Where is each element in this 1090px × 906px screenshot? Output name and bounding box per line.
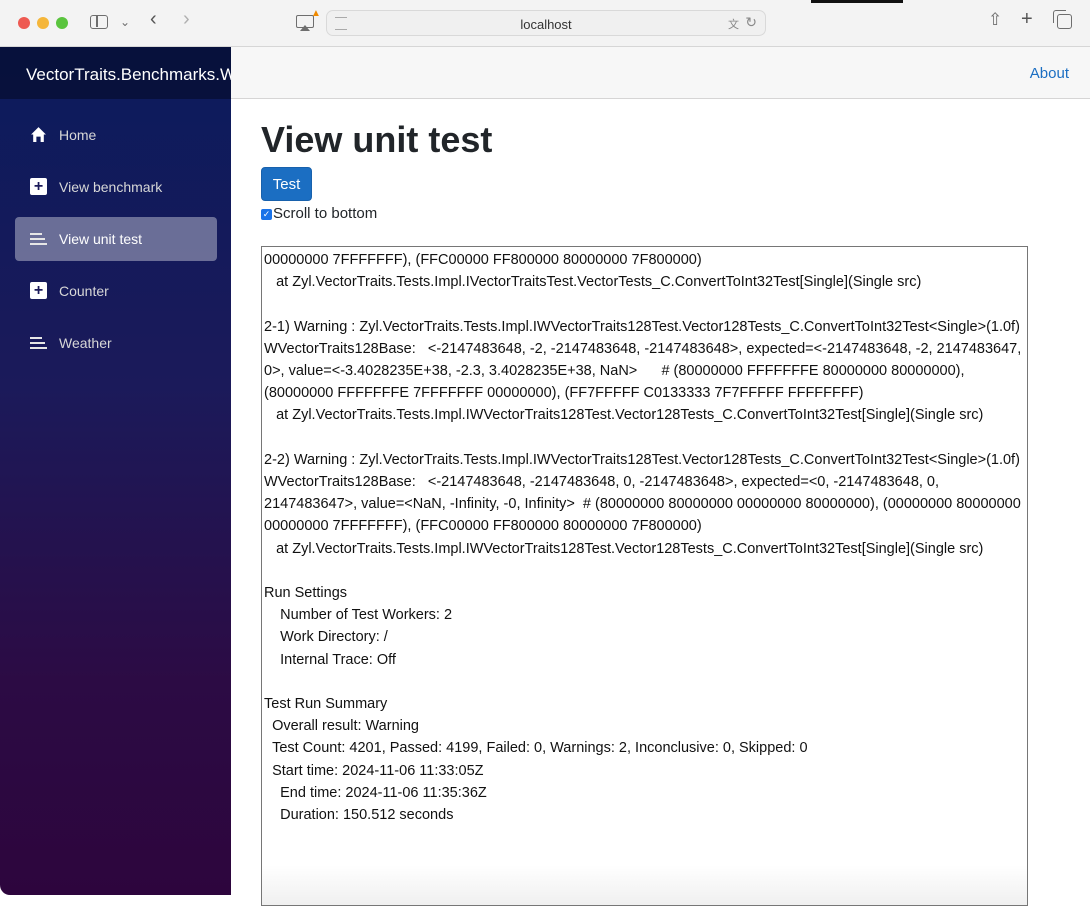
output-line: at Zyl.VectorTraits.Tests.Impl.IVectorTr… xyxy=(264,274,922,291)
new-tab-icon[interactable]: + xyxy=(1021,9,1033,29)
minimize-window-button[interactable] xyxy=(37,17,49,29)
about-link[interactable]: About xyxy=(1030,65,1069,82)
scroll-to-bottom-label: Scroll to bottom xyxy=(273,205,378,222)
output-line: Run Settings xyxy=(264,585,348,602)
brand[interactable]: VectorTraits.Benchmarks.Wasm xyxy=(0,47,231,99)
sidebar-item-label: Weather xyxy=(59,335,112,351)
sidebar-item-label: Counter xyxy=(59,283,109,299)
close-window-button[interactable] xyxy=(18,17,30,29)
output-line: Internal Trace: Off xyxy=(264,651,396,668)
sidebar-item-view-benchmark[interactable]: + View benchmark xyxy=(15,165,217,209)
zoom-window-button[interactable] xyxy=(56,17,68,29)
list-icon xyxy=(30,334,47,351)
address-bar[interactable]: localhost 文 ↻ xyxy=(326,10,766,36)
top-row: About xyxy=(231,47,1090,99)
page-title: View unit test xyxy=(261,119,493,160)
output-line: Start time: 2024-11-06 11:33:05Z xyxy=(264,762,484,779)
tab-indicator xyxy=(811,0,903,3)
output-line: Number of Test Workers: 2 xyxy=(264,607,453,624)
output-line: Test Count: 4201, Passed: 4199, Failed: … xyxy=(264,740,808,757)
sidebar-item-home[interactable]: Home xyxy=(15,113,217,157)
home-icon xyxy=(31,127,46,142)
output-line: 00000000 7FFFFFFF), (FFC00000 FF800000 8… xyxy=(264,252,702,268)
output-line: 2-1) Warning : Zyl.VectorTraits.Tests.Im… xyxy=(264,318,1020,335)
output-line: WVectorTraits128Base: <-2147483648, -2, … xyxy=(264,340,1026,402)
sidebar-toggle-icon[interactable] xyxy=(90,15,108,29)
sidebar-item-counter[interactable]: + Counter xyxy=(15,269,217,313)
back-icon[interactable]: ‹ xyxy=(150,9,157,29)
sidebar-item-view-unit-test[interactable]: View unit test xyxy=(15,217,217,261)
translate-icon[interactable]: 文 xyxy=(728,16,739,32)
test-output-textarea[interactable]: 00000000 7FFFFFFF), (FFC00000 FF800000 8… xyxy=(261,246,1028,906)
list-icon xyxy=(30,230,47,247)
test-button[interactable]: Test xyxy=(261,167,312,201)
sidebar: VectorTraits.Benchmarks.Wasm Home + View… xyxy=(0,47,231,895)
scroll-to-bottom-checkbox[interactable]: ✓ Scroll to bottom xyxy=(261,205,377,222)
tab-overview-icon[interactable] xyxy=(1053,10,1072,29)
plus-icon: + xyxy=(30,282,47,299)
output-line: Overall result: Warning xyxy=(264,718,419,735)
output-line: Work Directory: / xyxy=(264,629,388,646)
sidebar-item-label: View benchmark xyxy=(59,179,163,195)
output-line: Test Run Summary xyxy=(264,696,388,713)
output-line: at Zyl.VectorTraits.Tests.Impl.IWVectorT… xyxy=(264,407,984,424)
warning-icon: ▲ xyxy=(311,8,321,19)
share-icon[interactable]: ⇧ xyxy=(988,11,1002,28)
chevron-down-icon[interactable]: ⌄ xyxy=(120,14,130,30)
sidebar-item-label: View unit test xyxy=(59,231,143,247)
reload-icon[interactable]: ↻ xyxy=(745,14,757,31)
output-line: 2-2) Warning : Zyl.VectorTraits.Tests.Im… xyxy=(264,451,1020,468)
sidebar-item-weather[interactable]: Weather xyxy=(15,321,217,365)
output-line: Duration: 150.512 seconds xyxy=(264,807,454,824)
forward-icon[interactable]: › xyxy=(183,9,190,29)
output-line: End time: 2024-11-06 11:35:36Z xyxy=(264,784,487,801)
output-line: WVectorTraits128Base: <-2147483648, -214… xyxy=(264,474,1025,535)
sidebar-item-label: Home xyxy=(59,127,97,143)
output-lines: 00000000 7FFFFFFF), (FFC00000 FF800000 8… xyxy=(264,249,1025,848)
browser-toolbar: ⌄ ‹ › ▲ localhost 文 ↻ ⇧ + xyxy=(0,0,1090,47)
url-text: localhost xyxy=(520,17,572,32)
checkbox-checked-icon[interactable]: ✓ xyxy=(261,209,272,220)
bottom-fade xyxy=(262,865,1027,905)
output-line: at Zyl.VectorTraits.Tests.Impl.IWVectorT… xyxy=(264,540,984,557)
plus-icon: + xyxy=(30,178,47,195)
